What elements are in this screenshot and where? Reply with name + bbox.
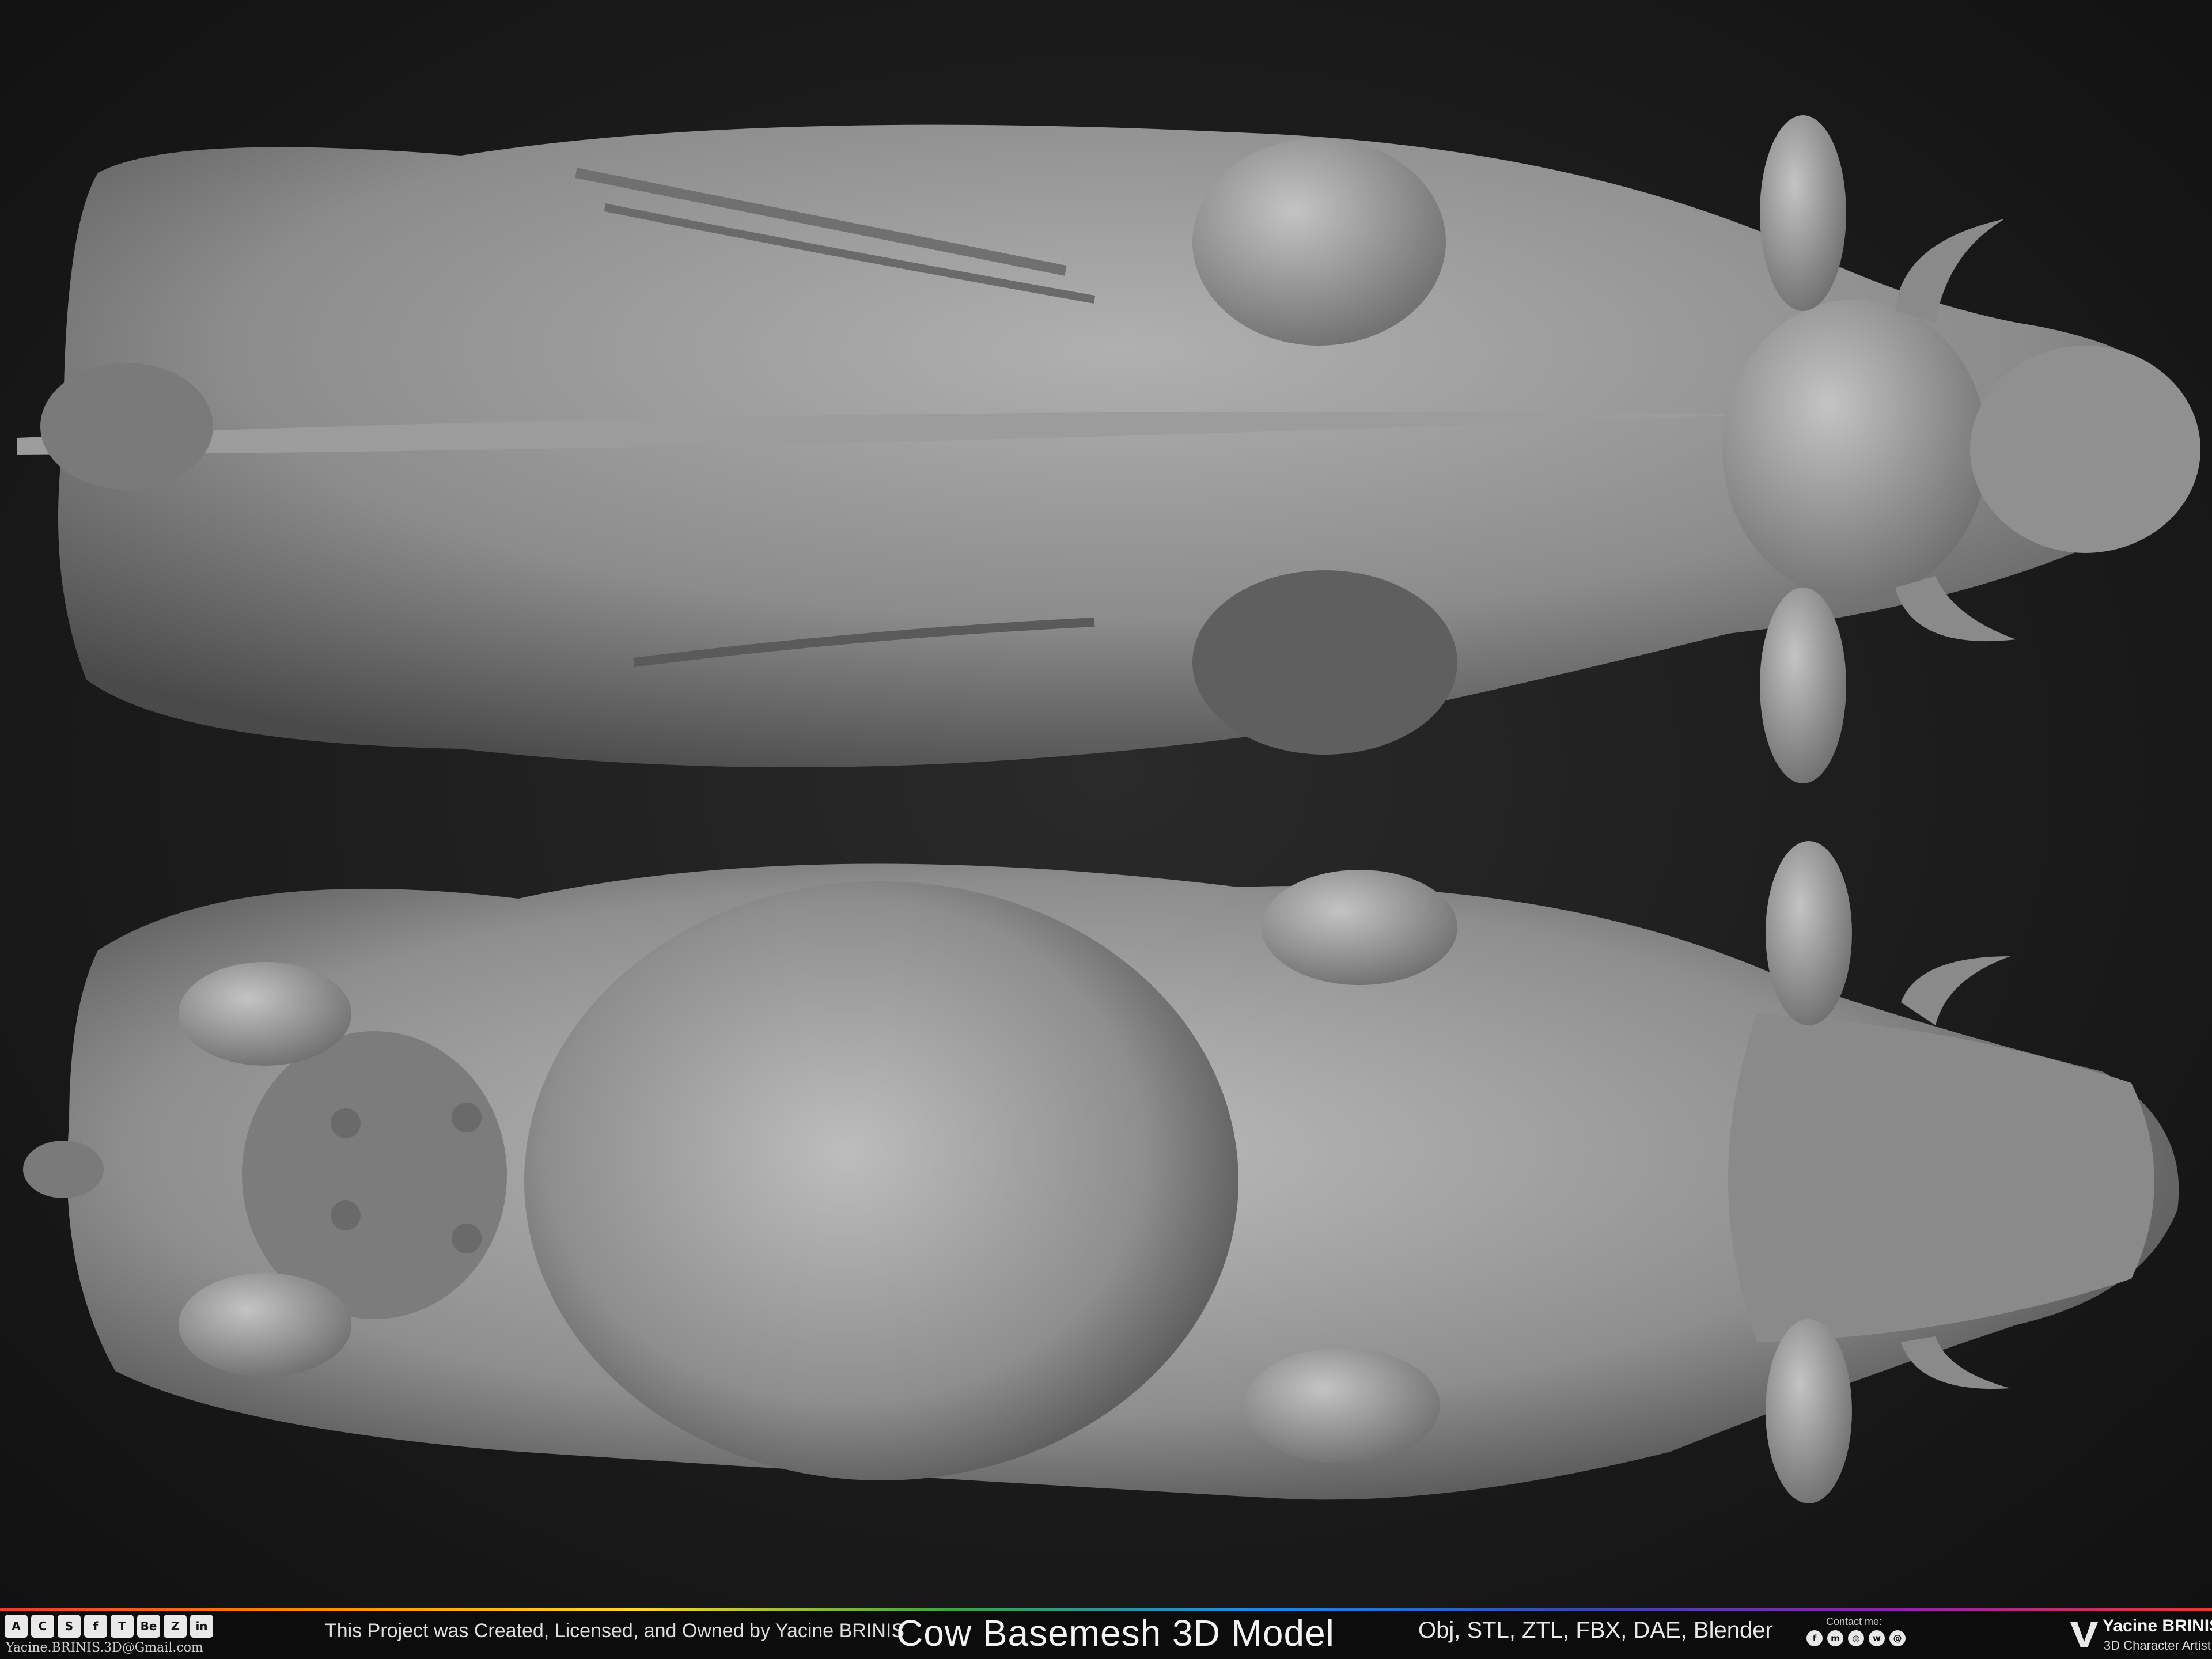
contact-label: Contact me:: [1826, 1616, 1883, 1627]
artstation-icon[interactable]: A: [5, 1615, 28, 1638]
model-title: Cow Basemesh 3D Model: [896, 1612, 1335, 1654]
zbrush-icon[interactable]: Z: [164, 1615, 187, 1638]
cgtrader-icon[interactable]: C: [31, 1615, 54, 1638]
messenger-icon[interactable]: m: [1827, 1630, 1843, 1646]
facebook-icon[interactable]: f: [1806, 1630, 1823, 1646]
whatsapp-icon[interactable]: w: [1869, 1630, 1885, 1646]
contact-links: f m ◎ w @: [1806, 1630, 1906, 1646]
cow-render: [17, 115, 2200, 1503]
ownership-credit: This Project was Created, Licensed, and …: [325, 1620, 905, 1642]
footer-rainbow-strip: [0, 1608, 2212, 1611]
sketchfab-icon[interactable]: S: [58, 1615, 81, 1638]
brand-name: Yacine BRINIS: [2103, 1616, 2212, 1635]
behance-icon[interactable]: Be: [137, 1615, 160, 1638]
brand-role: 3D Character Artist: [2104, 1638, 2211, 1653]
turbosquid-icon[interactable]: T: [111, 1615, 134, 1638]
instagram-icon[interactable]: ◎: [1848, 1630, 1864, 1646]
contact-email[interactable]: Yacine.BRINIS.3D@Gmail.com: [6, 1641, 203, 1655]
social-links: A C S f T Be Z in: [5, 1615, 213, 1638]
cow-bottom-view: [23, 841, 2179, 1503]
brand-logo-icon: [2070, 1622, 2098, 1647]
email-icon[interactable]: @: [1889, 1630, 1906, 1646]
facebook-icon[interactable]: f: [84, 1615, 107, 1638]
cow-top-view: [17, 115, 2200, 783]
render-viewport: [0, 0, 2212, 1608]
linkedin-icon[interactable]: in: [190, 1615, 213, 1638]
file-formats: Obj, STL, ZTL, FBX, DAE, Blender: [1418, 1618, 1773, 1643]
